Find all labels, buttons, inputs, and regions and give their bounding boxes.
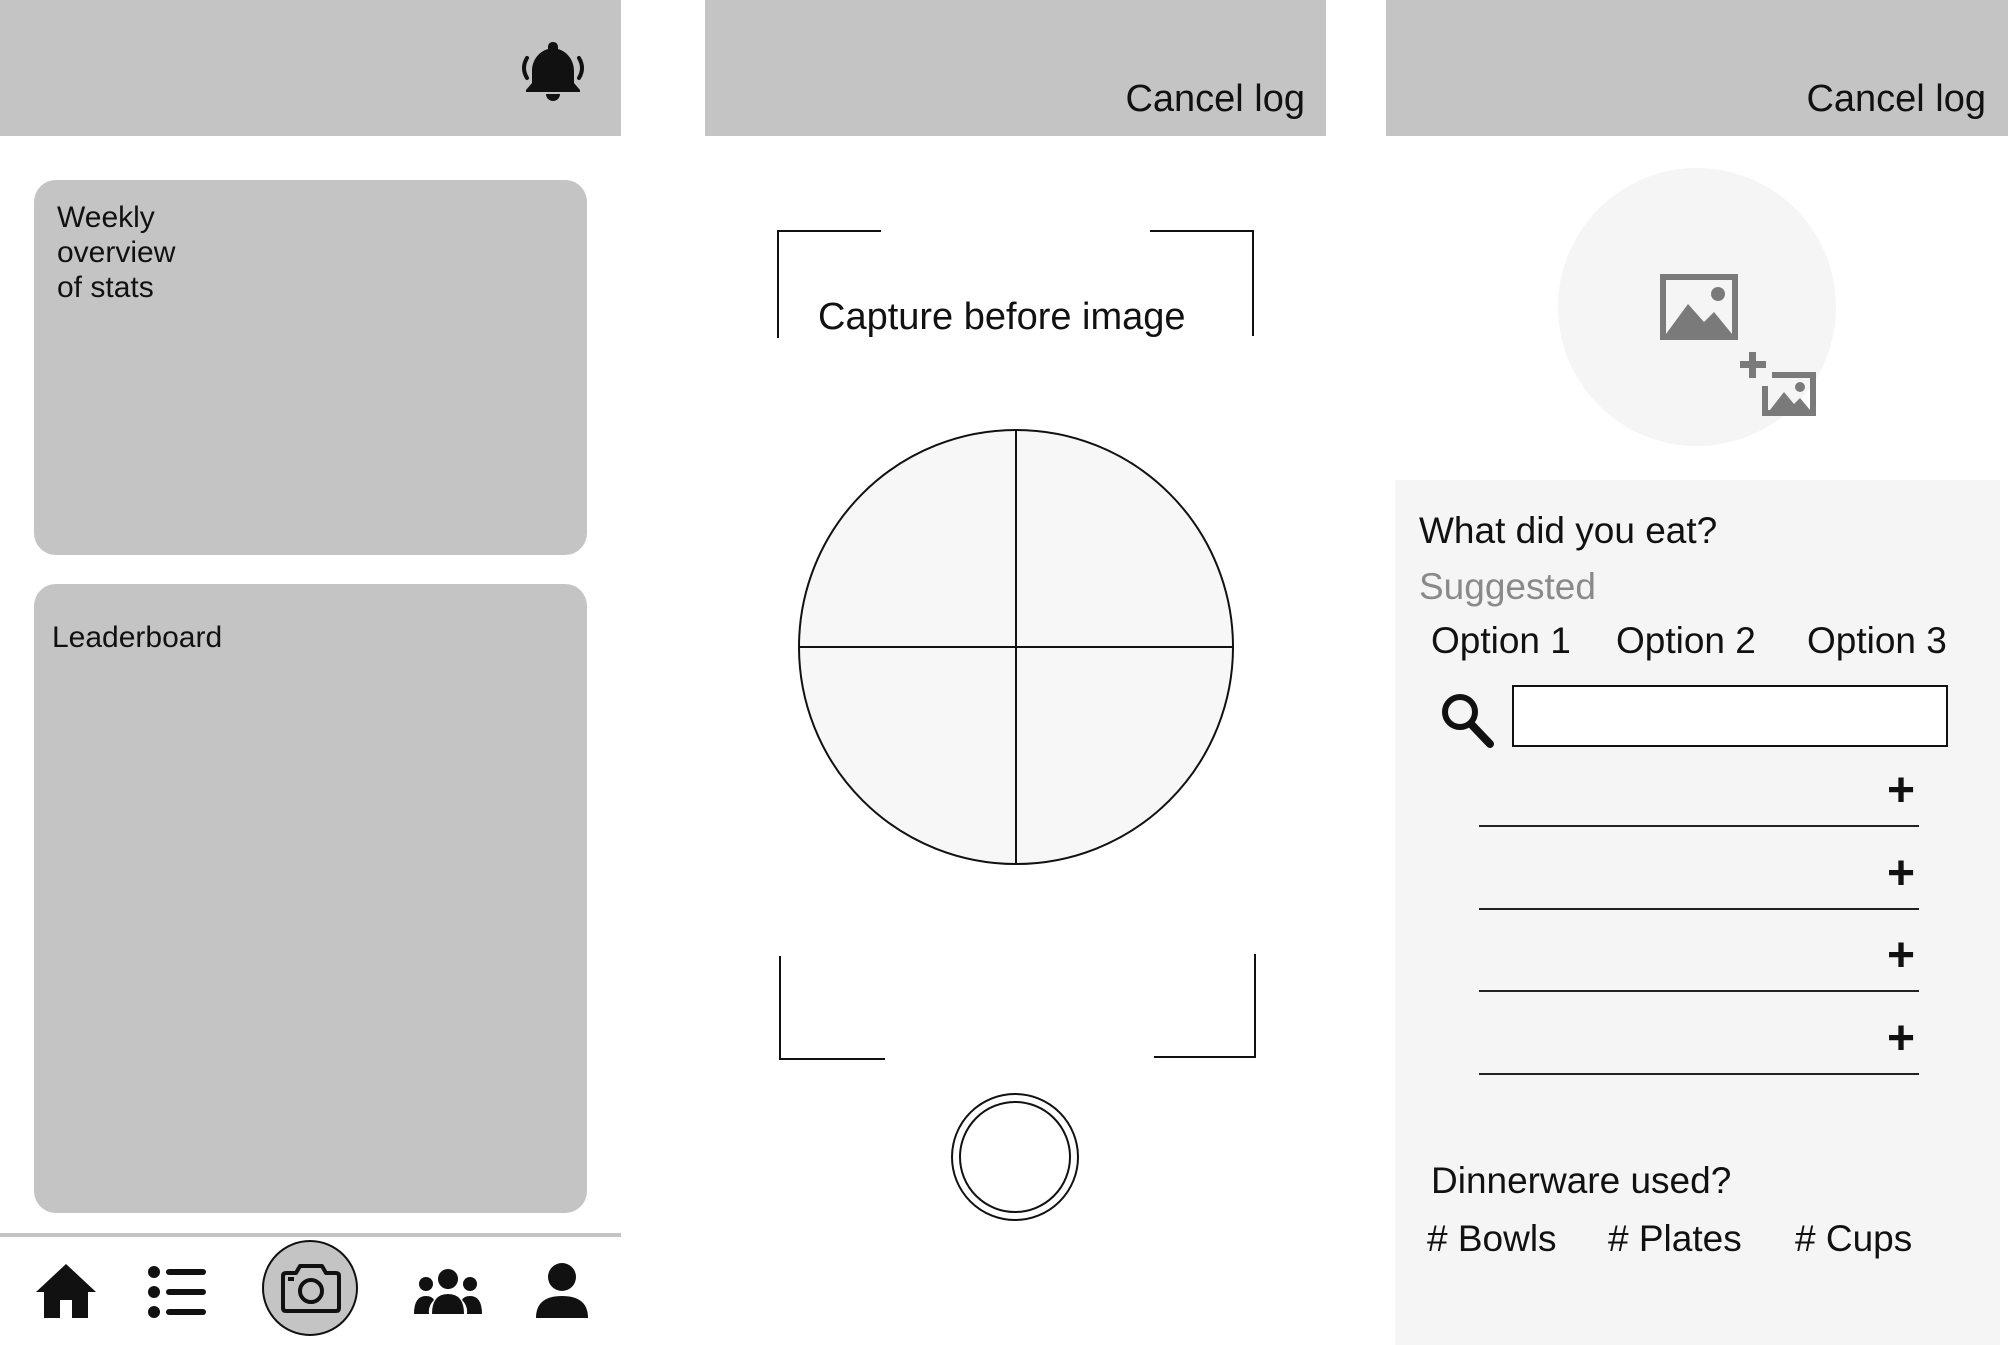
dinnerware-tag-cups[interactable]: # Cups [1795,1218,1912,1260]
add-food-button-1[interactable]: + [1887,767,1915,815]
list-icon[interactable] [148,1266,206,1318]
suggestion-option-3[interactable]: Option 3 [1807,620,1947,662]
leaderboard-label: Leaderboard [52,621,223,654]
add-food-button-3[interactable]: + [1887,932,1915,980]
food-row-divider-1 [1479,825,1919,827]
add-food-button-2[interactable]: + [1887,850,1915,898]
food-row-divider-4 [1479,1073,1919,1075]
capture-instruction: Capture before image [818,296,1186,338]
profile-icon[interactable] [534,1262,590,1318]
viewfinder-corner-bottom-left [779,956,885,1060]
food-row-divider-2 [1479,908,1919,910]
home-icon[interactable] [34,1262,98,1320]
what-did-you-eat-heading: What did you eat? [1419,510,1718,551]
viewfinder-corner-bottom-right [1154,954,1256,1058]
cancel-log-button-2[interactable]: Cancel log [1806,78,1986,121]
photo-upload-circle[interactable] [1558,168,1836,446]
food-row-divider-3 [1479,990,1919,992]
leaderboard-card[interactable]: Leaderboard [34,584,587,1213]
suggestion-option-1[interactable]: Option 1 [1431,620,1571,662]
nav-divider [0,1233,621,1237]
suggested-label: Suggested [1419,566,1596,607]
weekly-overview-label: Weekly overview of stats [57,201,176,304]
bell-icon[interactable] [518,36,588,104]
plate-guide-icon [797,428,1235,866]
dinnerware-tag-plates[interactable]: # Plates [1608,1218,1742,1260]
add-food-button-4[interactable]: + [1887,1015,1915,1063]
suggestion-option-2[interactable]: Option 2 [1616,620,1756,662]
image-icon [1658,272,1740,342]
food-log-panel: What did you eat? Suggested Option 1 Opt… [1395,480,2000,1345]
camera-icon [280,1262,342,1314]
cancel-log-button[interactable]: Cancel log [1125,78,1305,121]
group-icon[interactable] [414,1266,482,1316]
search-icon[interactable] [1440,692,1494,748]
dinnerware-heading: Dinnerware used? [1431,1160,1732,1201]
food-search-input[interactable] [1512,685,1948,747]
dinnerware-tag-bowls[interactable]: # Bowls [1427,1218,1557,1260]
camera-button[interactable] [262,1240,358,1336]
add-photo-icon[interactable] [1740,352,1818,418]
shutter-button[interactable] [950,1092,1080,1222]
weekly-overview-card[interactable]: Weekly overview of stats [34,180,587,555]
